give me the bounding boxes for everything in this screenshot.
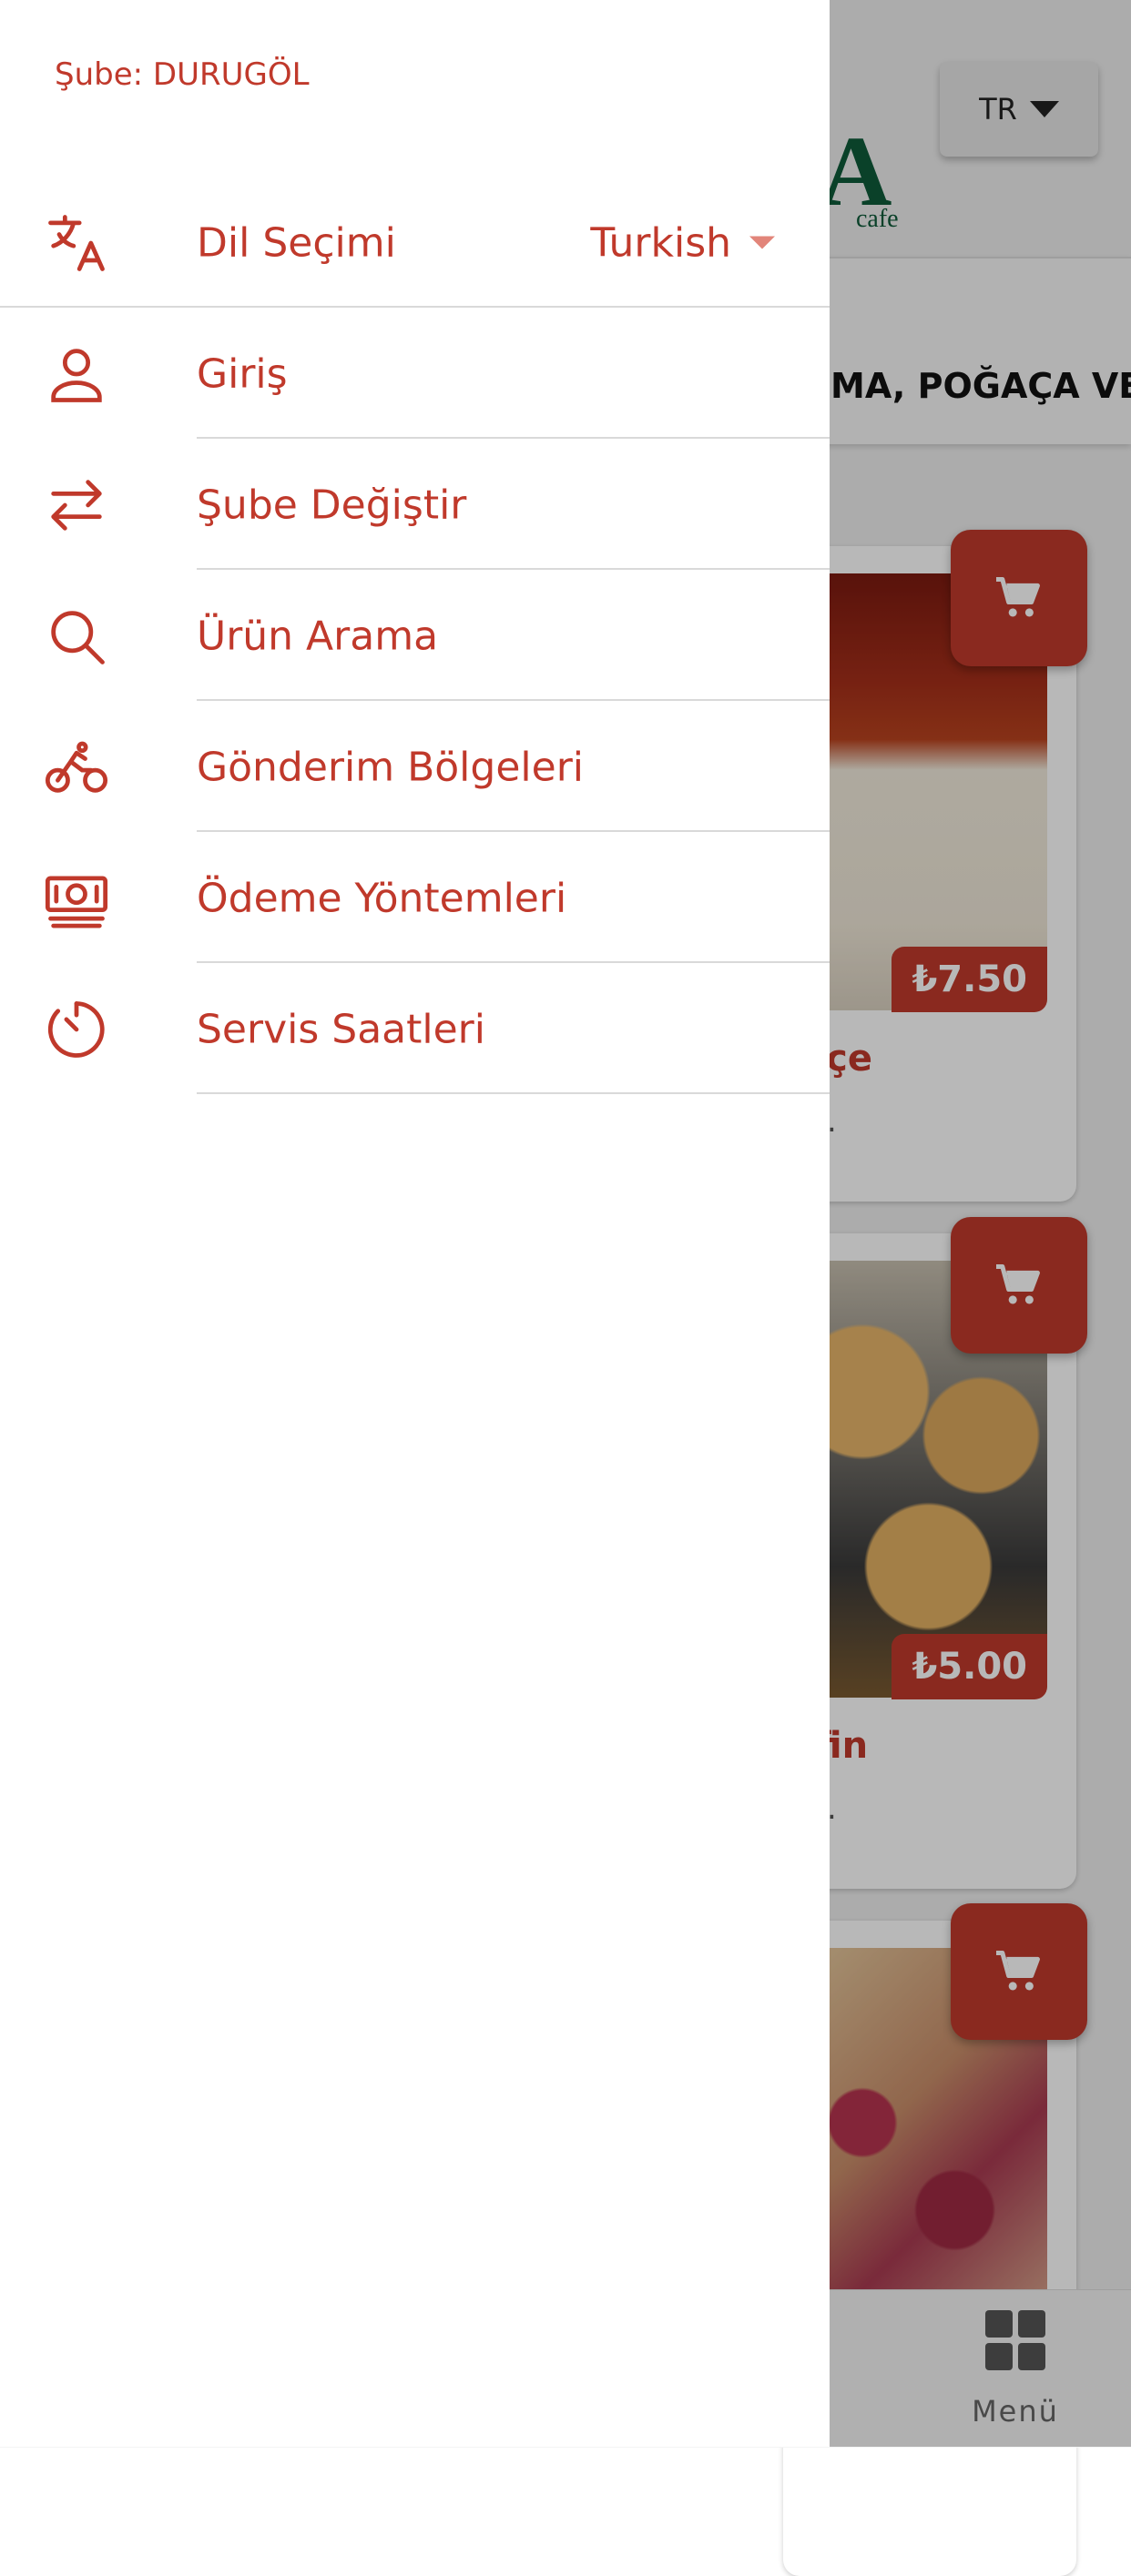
side-drawer: Şube: DURUGÖL Dil Seçimi Turkish Giriş Ş… xyxy=(0,0,830,2447)
language-dropdown[interactable]: Turkish xyxy=(590,219,775,266)
menu-item-label: Ürün Arama xyxy=(197,613,439,659)
language-selector-row[interactable]: Dil Seçimi Turkish xyxy=(0,177,830,308)
menu-item-label: Servis Saatleri xyxy=(197,1006,485,1052)
menu-item-delivery-areas[interactable]: Gönderim Bölgeleri xyxy=(0,702,830,832)
language-value: Turkish xyxy=(590,219,731,266)
menu-item-product-search[interactable]: Ürün Arama xyxy=(0,571,830,701)
menu-item-login[interactable]: Giriş xyxy=(0,309,830,439)
divider xyxy=(197,961,830,963)
timer-icon xyxy=(47,1000,105,1058)
money-icon xyxy=(45,875,108,928)
bicycle-icon xyxy=(45,741,108,793)
divider xyxy=(197,830,830,832)
divider xyxy=(197,699,830,701)
user-icon xyxy=(51,348,102,402)
language-label: Dil Seçimi xyxy=(197,219,396,266)
menu-item-label: Gönderim Bölgeleri xyxy=(197,744,585,790)
divider xyxy=(0,306,830,308)
search-icon xyxy=(51,610,105,664)
menu-item-label: Ödeme Yöntemleri xyxy=(197,875,567,921)
swap-icon xyxy=(51,479,102,531)
menu-item-service-hours[interactable]: Servis Saatleri xyxy=(0,964,830,1094)
menu-item-label: Giriş xyxy=(197,350,288,397)
divider xyxy=(197,437,830,439)
menu-item-payment-methods[interactable]: Ödeme Yöntemleri xyxy=(0,833,830,963)
translate-icon xyxy=(48,214,105,271)
divider xyxy=(197,568,830,570)
branch-label: Şube: DURUGÖL xyxy=(55,56,310,93)
menu-item-change-branch[interactable]: Şube Değiştir xyxy=(0,440,830,570)
divider xyxy=(197,1092,830,1094)
menu-item-label: Şube Değiştir xyxy=(197,482,467,528)
caret-down-icon xyxy=(749,236,775,249)
